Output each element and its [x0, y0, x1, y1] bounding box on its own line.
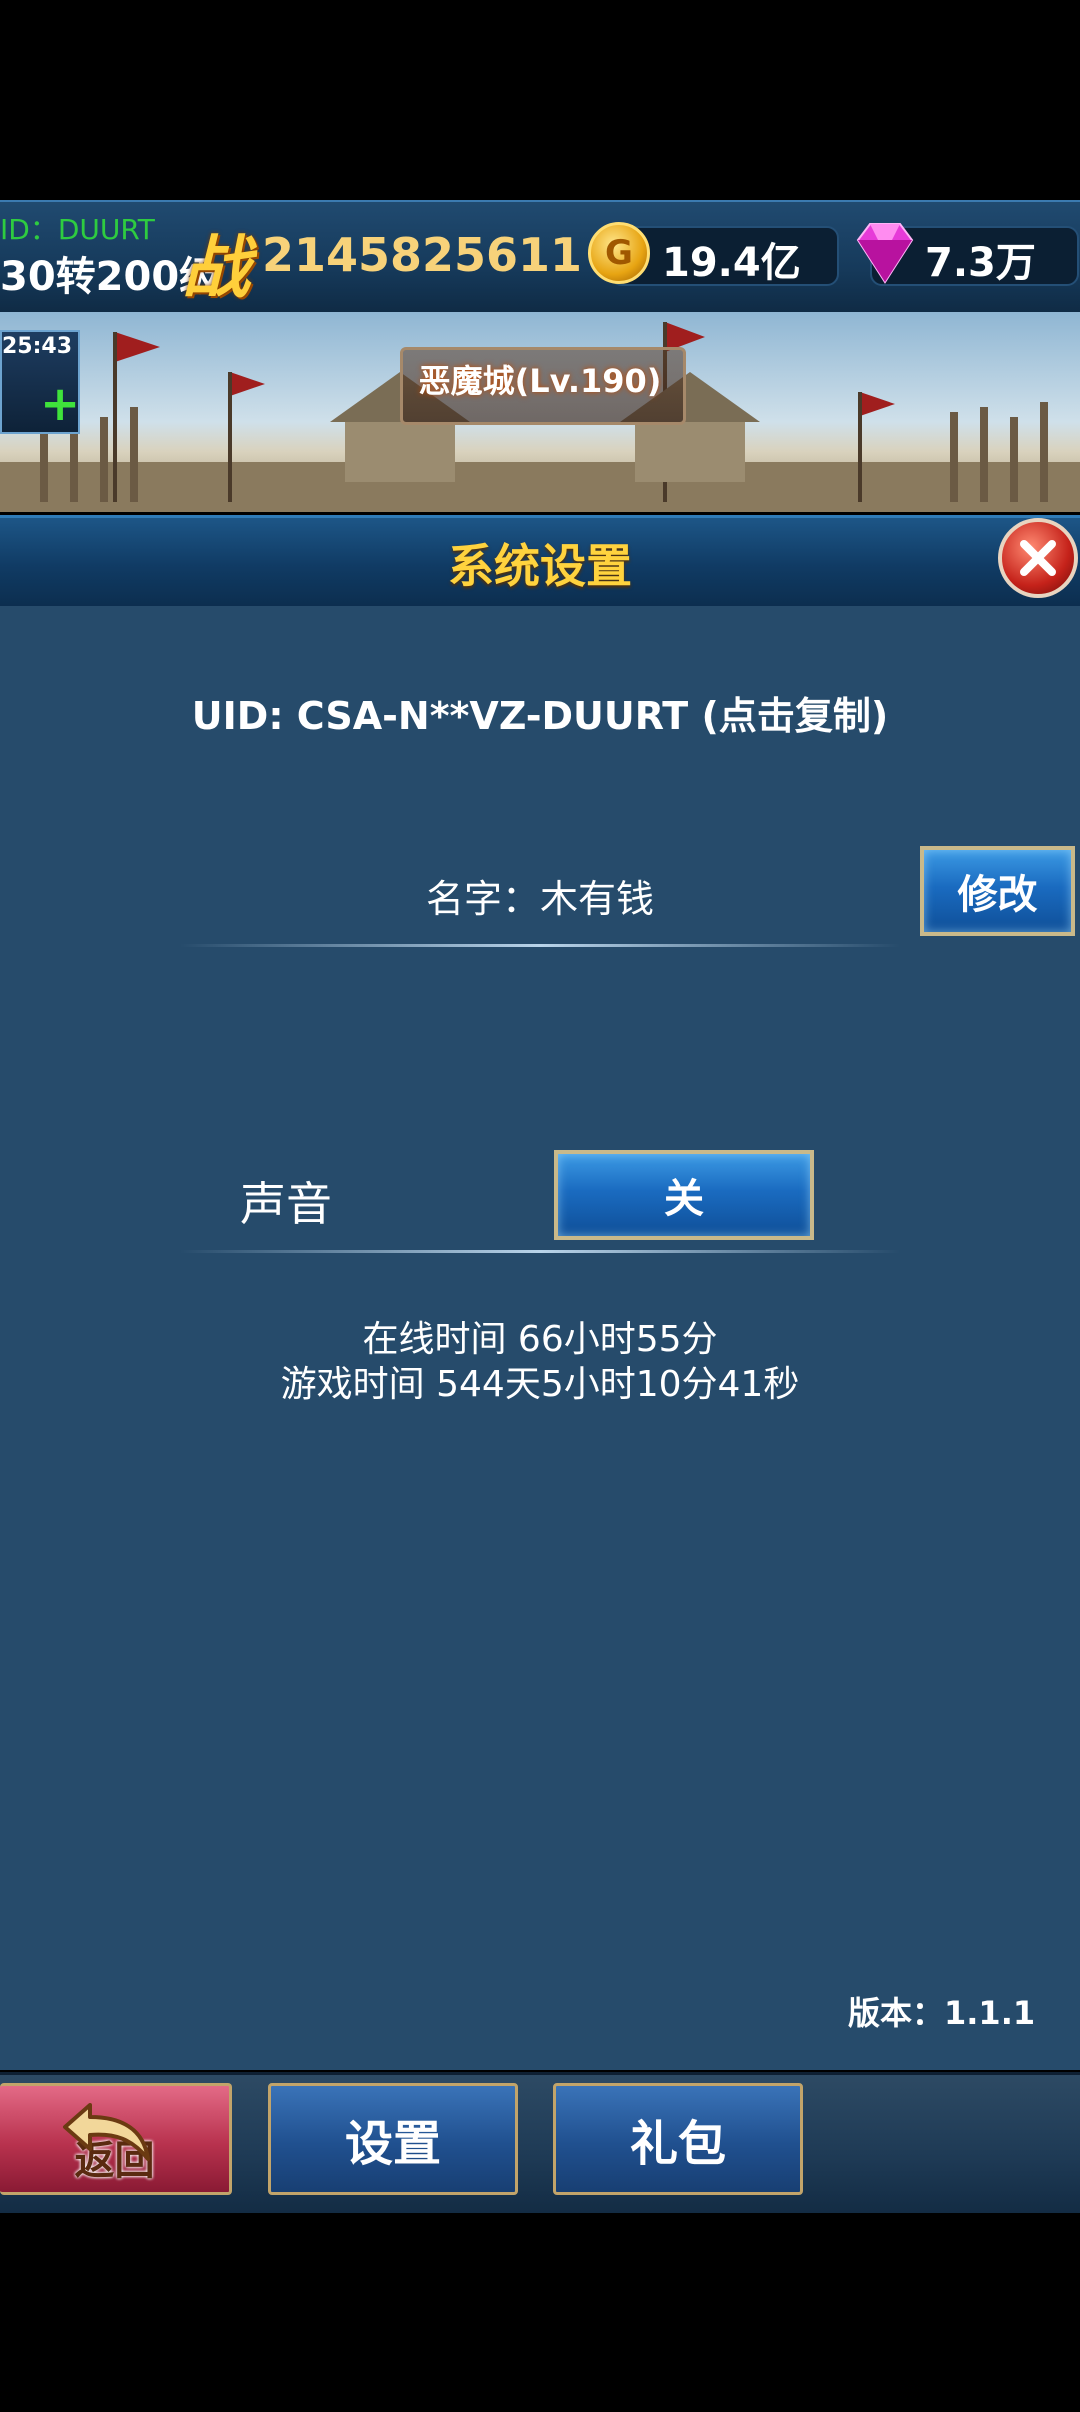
back-arrow-icon: [63, 2103, 150, 2161]
sound-label: 声音: [240, 1177, 332, 1231]
scene-banner: 恶魔城(Lv.190) 25:43 +: [0, 312, 1080, 512]
gem-value: 7.3万: [925, 240, 1036, 286]
sound-toggle-button[interactable]: 关: [554, 1150, 814, 1240]
plus-icon: +: [40, 376, 81, 432]
gold-coin-icon: G: [588, 222, 650, 284]
play-time: 游戏时间 544天5小时10分41秒: [280, 1364, 800, 1405]
battle-power-value: 2145825611: [262, 228, 583, 282]
version-label: 版本：1.1.1: [848, 1994, 1036, 2032]
tab-gifts[interactable]: 礼包: [553, 2083, 803, 2195]
close-icon: [1020, 540, 1056, 576]
event-timer: 25:43: [2, 334, 73, 359]
location-title: 恶魔城(Lv.190): [418, 362, 662, 400]
uid-copy-text[interactable]: UID: CSA-N**VZ-DUURT (点击复制): [0, 685, 1080, 740]
panel-title: 系统设置: [448, 539, 632, 593]
divider: [180, 944, 900, 947]
tab-settings[interactable]: 设置: [268, 2083, 518, 2195]
gold-value: 19.4亿: [662, 240, 801, 286]
close-button[interactable]: [998, 518, 1078, 598]
rename-button[interactable]: 修改: [920, 846, 1075, 936]
player-name: 名字：木有钱: [425, 877, 654, 921]
battle-power-icon: 战: [182, 228, 251, 308]
divider: [180, 1250, 900, 1253]
diamond-icon: [856, 223, 914, 284]
player-uid-short: ID：DUURT: [0, 213, 155, 246]
resource-bar: ID：DUURT 30转200级 战 2145825611 G 19.4亿 7.…: [0, 200, 1080, 315]
